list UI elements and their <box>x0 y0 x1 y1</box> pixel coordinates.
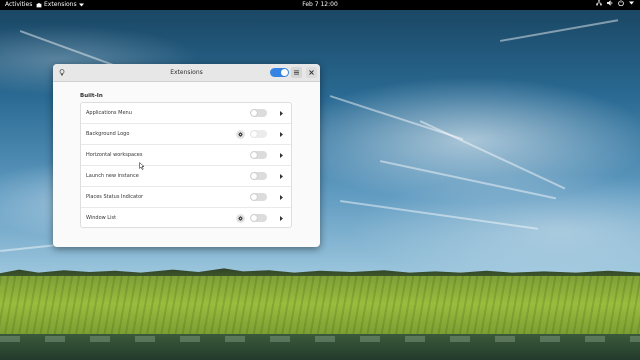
expand-button[interactable] <box>277 214 286 223</box>
extension-row-window-list[interactable]: Window List <box>81 208 291 229</box>
toggle-knob <box>251 215 257 221</box>
extension-toggle[interactable] <box>250 172 267 180</box>
extension-settings-button[interactable] <box>236 130 245 139</box>
chevron-right-icon <box>280 132 283 137</box>
expand-button[interactable] <box>277 151 286 160</box>
extension-name: Places Status Indicator <box>86 194 144 200</box>
extension-toggle[interactable] <box>250 109 267 117</box>
chevron-right-icon <box>280 153 283 158</box>
extension-row-launch-new-instance[interactable]: Launch new instance <box>81 166 291 187</box>
chevron-down-icon <box>78 3 84 7</box>
extension-row-background-logo[interactable]: Background Logo <box>81 124 291 145</box>
top-bar: Activities Extensions Feb 7 12:00 <box>0 0 640 10</box>
expand-button[interactable] <box>277 109 286 118</box>
extension-name: Launch new instance <box>86 173 139 179</box>
extension-toggle[interactable] <box>250 193 267 201</box>
chevron-right-icon <box>280 111 283 116</box>
app-menu-button[interactable]: Extensions <box>36 0 84 10</box>
volume-icon <box>607 0 613 6</box>
water-reflection <box>0 336 640 342</box>
section-title-built-in: Built-In <box>80 93 103 99</box>
extension-row-horizontal-workspaces[interactable]: Horizontal workspaces <box>81 145 291 166</box>
hamburger-menu-icon <box>294 70 299 75</box>
gear-icon <box>238 132 243 137</box>
extension-toggle[interactable] <box>250 130 267 138</box>
clock-button[interactable]: Feb 7 12:00 <box>302 1 338 8</box>
close-button[interactable] <box>306 67 317 78</box>
extensions-global-switch[interactable] <box>270 68 289 77</box>
extension-settings-button[interactable] <box>236 214 245 223</box>
power-icon <box>618 0 624 6</box>
extension-name: Horizontal workspaces <box>86 152 143 158</box>
system-status-menu[interactable] <box>596 0 634 6</box>
puzzle-icon <box>36 2 42 8</box>
extension-name: Applications Menu <box>86 110 132 116</box>
lightbulb-icon <box>59 69 65 76</box>
chevron-right-icon <box>280 216 283 221</box>
app-menu-label: Extensions <box>44 1 77 8</box>
main-menu-button[interactable] <box>291 67 302 78</box>
extensions-window: Extensions Built-In Applications Menu Ba… <box>53 64 320 247</box>
toggle-knob <box>251 194 257 200</box>
extension-toggle[interactable] <box>250 151 267 159</box>
expand-button[interactable] <box>277 130 286 139</box>
switch-knob <box>281 69 288 76</box>
network-icon <box>596 0 602 6</box>
chevron-down-icon <box>629 1 634 5</box>
window-title: Extensions <box>170 69 203 76</box>
lightbulb-button[interactable] <box>56 67 67 78</box>
expand-button[interactable] <box>277 193 286 202</box>
extension-name: Window List <box>86 215 117 221</box>
toggle-knob <box>251 173 257 179</box>
extension-toggle[interactable] <box>250 214 267 222</box>
extensions-list: Applications Menu Background Logo Horizo… <box>80 102 292 228</box>
close-icon <box>309 70 314 75</box>
header-bar: Extensions <box>53 64 320 82</box>
chevron-right-icon <box>280 174 283 179</box>
extension-row-places-status-indicator[interactable]: Places Status Indicator <box>81 187 291 208</box>
gear-icon <box>238 216 243 221</box>
chevron-right-icon <box>280 195 283 200</box>
mouse-cursor-icon <box>139 155 145 170</box>
toggle-knob <box>251 131 257 137</box>
toggle-knob <box>251 152 257 158</box>
toggle-knob <box>251 110 257 116</box>
extension-row-applications-menu[interactable]: Applications Menu <box>81 103 291 124</box>
activities-button[interactable]: Activities <box>5 0 32 10</box>
extension-name: Background Logo <box>86 131 130 137</box>
expand-button[interactable] <box>277 172 286 181</box>
